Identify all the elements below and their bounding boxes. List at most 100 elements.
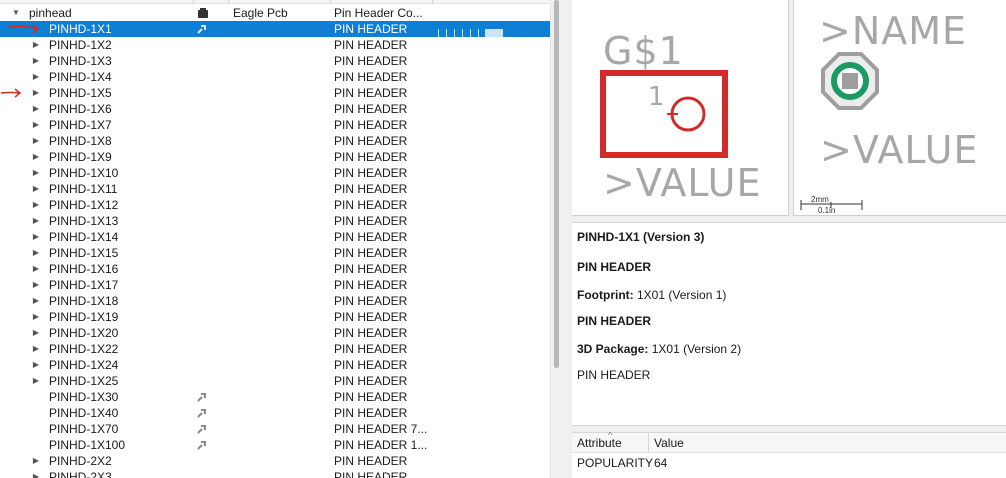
tree-row-name: PINHD-1X13	[49, 214, 119, 228]
tree-row[interactable]: PINHD-1X70 PIN HEADER 7...	[0, 421, 550, 437]
tree-row[interactable]: ▶ PINHD-1X13 PIN HEADER	[0, 213, 550, 229]
expand-arrow-icon[interactable]: ▶	[31, 261, 41, 277]
expand-arrow-icon[interactable]: ▶	[31, 325, 41, 341]
tree-row[interactable]: ▶ PINHD-1X16 PIN HEADER	[0, 261, 550, 277]
expand-arrow-icon[interactable]: ▶	[31, 117, 41, 133]
description-title: PINHD-1X1 (Version 3)	[577, 230, 705, 244]
tree-row-description: PIN HEADER	[334, 326, 408, 340]
expand-arrow-icon[interactable]: ▶	[31, 453, 41, 469]
tree-row[interactable]: ▶ PINHD-1X6 PIN HEADER	[0, 101, 550, 117]
tree-row-name: PINHD-1X14	[49, 230, 119, 244]
tree-root-row[interactable]: ▼ pinhead Eagle Pcb Pin Header Co...	[0, 5, 550, 21]
tree-row-name: PINHD-1X4	[49, 70, 112, 84]
tree-row[interactable]: PINHD-1X30 PIN HEADER	[0, 389, 550, 405]
expand-arrow-icon[interactable]: ▶	[31, 181, 41, 197]
collapse-arrow-icon[interactable]: ▼	[11, 5, 21, 21]
expand-arrow-icon[interactable]: ▶	[31, 133, 41, 149]
expand-arrow-icon[interactable]: ▶	[31, 357, 41, 373]
tree-row[interactable]: ▶ PINHD-1X15 PIN HEADER	[0, 245, 550, 261]
scrollbar-thumb[interactable]	[554, 0, 559, 368]
tree-row[interactable]: ▶ PINHD-1X17 PIN HEADER	[0, 277, 550, 293]
tree-row-name: PINHD-1X25	[49, 374, 119, 388]
tree-row[interactable]: ▶ PINHD-1X22 PIN HEADER	[0, 341, 550, 357]
expand-arrow-icon[interactable]: ▶	[31, 213, 41, 229]
package-line: 3D Package: 1X01 (Version 2)	[577, 342, 741, 356]
tree-row[interactable]: ▶ PINHD-1X12 PIN HEADER	[0, 197, 550, 213]
tree-row[interactable]: ▶ PINHD-1X19 PIN HEADER	[0, 309, 550, 325]
column-header-pin-header[interactable]: Pin Header Co...	[334, 5, 423, 21]
tree-row[interactable]: ▶ PINHD-1X7 PIN HEADER	[0, 117, 550, 133]
expand-arrow-icon[interactable]: ▶	[31, 101, 41, 117]
footprint-line: Footprint: 1X01 (Version 1)	[577, 288, 726, 302]
tree-row-name: PINHD-1X16	[49, 262, 119, 276]
expand-arrow-icon[interactable]: ▶	[31, 165, 41, 181]
tree-row[interactable]: ▶ PINHD-1X25 PIN HEADER	[0, 373, 550, 389]
expand-arrow-icon[interactable]: ▶	[31, 309, 41, 325]
tree-row[interactable]: ▶ PINHD-1X24 PIN HEADER	[0, 357, 550, 373]
expand-arrow-icon[interactable]: ▶	[31, 293, 41, 309]
pad-drill	[842, 73, 858, 89]
footprint-link[interactable]: 1X01 (Version 1)	[637, 288, 726, 302]
tree-row-description: PIN HEADER	[334, 118, 408, 132]
value-column-header[interactable]: Value	[654, 436, 684, 450]
expand-arrow-icon[interactable]: ▶	[31, 37, 41, 53]
tree-row-description: PIN HEADER	[334, 70, 408, 84]
attributes-header: ^	[572, 430, 1006, 453]
tree-row-name: PINHD-1X10	[49, 166, 119, 180]
package-link[interactable]: 1X01 (Version 2)	[652, 342, 741, 356]
tree-row-name: PINHD-1X15	[49, 246, 119, 260]
tree-row[interactable]: ▶ PINHD-1X11 PIN HEADER	[0, 181, 550, 197]
attribute-column-header[interactable]: Attribute	[577, 436, 622, 450]
tree-scrollbar[interactable]	[550, 0, 562, 478]
tree-row[interactable]: PINHD-1X100 PIN HEADER 1...	[0, 437, 550, 453]
tree-row-description: PIN HEADER	[334, 230, 408, 244]
tree-row[interactable]: ▶ PINHD-2X2 PIN HEADER	[0, 453, 550, 469]
expand-arrow-icon[interactable]: ▶	[31, 53, 41, 69]
tree-row[interactable]: ▶ PINHD-1X20 PIN HEADER	[0, 325, 550, 341]
component-tree[interactable]: ▼ pinhead Eagle Pcb Pin Header Co... PINHD-1…	[0, 0, 562, 478]
tree-row-description: PIN HEADER	[334, 310, 408, 324]
package-desc: PIN HEADER	[577, 368, 651, 382]
tree-row-description: PIN HEADER	[334, 342, 408, 356]
wrench-icon	[196, 439, 208, 451]
expand-arrow-icon[interactable]: ▶	[31, 197, 41, 213]
package-value-label: >VALUE	[820, 128, 979, 172]
expand-arrow-icon[interactable]: ▶	[31, 69, 41, 85]
wrench-icon	[196, 423, 208, 435]
tree-row[interactable]: PINHD-1X40 PIN HEADER	[0, 405, 550, 421]
tree-row-name: PINHD-1X17	[49, 278, 119, 292]
expand-arrow-icon[interactable]: ▶	[31, 85, 41, 101]
tree-row[interactable]: ▶ PINHD-1X18 PIN HEADER	[0, 293, 550, 309]
tree-row-name: PINHD-1X6	[49, 102, 112, 116]
scale-top-label: 2mm	[811, 195, 829, 204]
tree-row-description: PIN HEADER	[334, 358, 408, 372]
footprint-label: Footprint:	[577, 288, 634, 302]
tree-row-name: PINHD-1X24	[49, 358, 119, 372]
expand-arrow-icon[interactable]: ▶	[31, 469, 41, 478]
expand-arrow-icon[interactable]: ▶	[31, 229, 41, 245]
tree-row[interactable]: ▶ PINHD-1X2 PIN HEADER	[0, 37, 550, 53]
tree-row-description: PIN HEADER	[334, 134, 408, 148]
tree-row-description: PIN HEADER	[334, 54, 408, 68]
tree-row[interactable]: ▶ PINHD-1X3 PIN HEADER	[0, 53, 550, 69]
tree-row-description: PIN HEADER	[334, 102, 408, 116]
tree-row[interactable]: ▶ PINHD-1X8 PIN HEADER	[0, 133, 550, 149]
column-header-eagle-pcb[interactable]: Eagle Pcb	[233, 5, 288, 21]
tree-row-name: PINHD-1X11	[49, 182, 118, 196]
tree-row[interactable]: ▶ PINHD-1X4 PIN HEADER	[0, 69, 550, 85]
tree-row-description: PIN HEADER	[334, 22, 408, 36]
expand-arrow-icon[interactable]: ▶	[31, 341, 41, 357]
expand-arrow-icon[interactable]: ▶	[31, 149, 41, 165]
tree-row-description: PIN HEADER	[334, 150, 408, 164]
expand-arrow-icon[interactable]: ▶	[31, 245, 41, 261]
tree-row[interactable]: ▶ PINHD-1X5 PIN HEADER	[0, 85, 550, 101]
tree-row[interactable]: ▶ PINHD-1X14 PIN HEADER	[0, 229, 550, 245]
tree-row[interactable]: ▶ PINHD-1X9 PIN HEADER	[0, 149, 550, 165]
tree-row[interactable]: PINHD-1X1 PIN HEADER	[0, 21, 550, 37]
expand-arrow-icon[interactable]: ▶	[31, 277, 41, 293]
tree-row[interactable]: ▶ PINHD-2X3 PIN HEADER	[0, 469, 550, 478]
tree-row[interactable]: ▶ PINHD-1X10 PIN HEADER	[0, 165, 550, 181]
tree-row-name: PINHD-1X70	[49, 422, 119, 436]
tree-row-name: PINHD-2X3	[49, 470, 112, 478]
expand-arrow-icon[interactable]: ▶	[31, 373, 41, 389]
